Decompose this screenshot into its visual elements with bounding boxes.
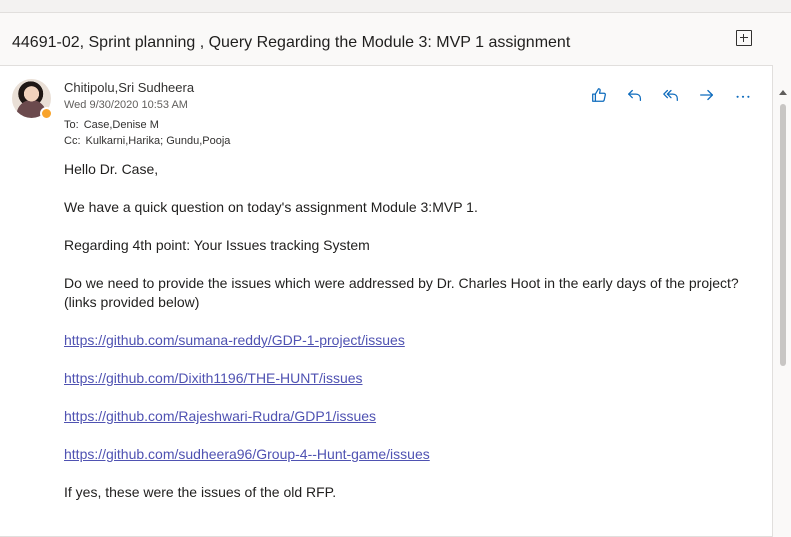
message-body: Hello Dr. Case, We have a quick question… [64,160,744,521]
scroll-up-arrow-icon[interactable] [779,90,787,95]
issue-link[interactable]: https://github.com/sumana-reddy/GDP-1-pr… [64,332,405,348]
to-recipients[interactable]: Case,Denise M [84,119,159,131]
top-strip [0,0,791,13]
reply-icon[interactable] [625,86,645,106]
issue-link[interactable]: https://github.com/Dixith1196/THE-HUNT/i… [64,370,363,386]
reply-all-icon[interactable] [661,86,681,106]
issue-link[interactable]: https://github.com/Rajeshwari-Rudra/GDP1… [64,408,376,424]
scroll-thumb[interactable] [780,104,786,366]
presence-away-icon [40,107,53,120]
issue-link[interactable]: https://github.com/sudheera96/Group-4--H… [64,446,430,462]
body-paragraph: Regarding 4th point: Your Issues trackin… [64,237,370,253]
body-paragraph: Do we need to provide the issues which w… [64,275,739,310]
cc-label: Cc: [64,135,81,147]
forward-icon[interactable] [697,86,717,106]
to-line: To: Case,Denise M [64,119,159,131]
to-label: To: [64,119,79,131]
like-icon[interactable] [589,86,609,106]
more-icon[interactable] [733,86,753,106]
body-paragraph: If yes, these were the issues of the old… [64,484,337,500]
open-in-new-window-icon[interactable] [736,30,752,46]
cc-line: Cc: Kulkarni,Harika; Gundu,Pooja [64,135,230,147]
message-subject: 44691-02, Sprint planning , Query Regard… [12,34,571,51]
cc-recipients[interactable]: Kulkarni,Harika; Gundu,Pooja [86,135,231,147]
scrollbar[interactable] [776,66,791,520]
subject-bar: 44691-02, Sprint planning , Query Regard… [0,13,791,65]
message-date: Wed 9/30/2020 10:53 AM [64,99,188,111]
greeting: Hello Dr. Case, [64,161,159,177]
body-paragraph: We have a quick question on today's assi… [64,199,478,215]
sender-name[interactable]: Chitipolu,Sri Sudheera [64,80,194,95]
